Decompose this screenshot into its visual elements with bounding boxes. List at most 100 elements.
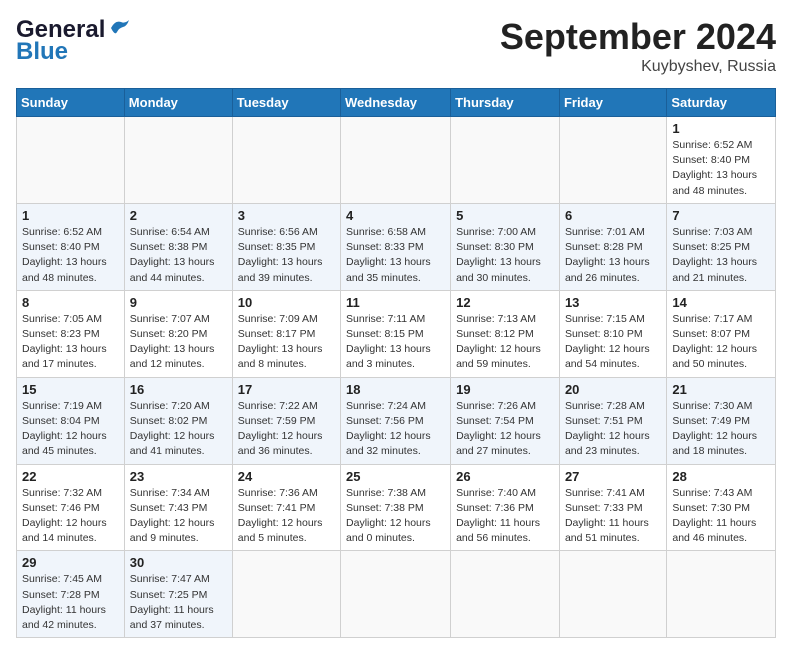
day-number: 19 bbox=[456, 382, 554, 397]
calendar-cell: 4 Sunrise: 6:58 AMSunset: 8:33 PMDayligh… bbox=[341, 203, 451, 290]
calendar-cell: 12 Sunrise: 7:13 AMSunset: 8:12 PMDaylig… bbox=[451, 290, 560, 377]
calendar-cell: 13 Sunrise: 7:15 AMSunset: 8:10 PMDaylig… bbox=[559, 290, 666, 377]
day-info: Sunrise: 7:13 AMSunset: 8:12 PMDaylight:… bbox=[456, 313, 541, 371]
calendar-cell: 29 Sunrise: 7:45 AMSunset: 7:28 PMDaylig… bbox=[17, 551, 125, 638]
day-info: Sunrise: 7:40 AMSunset: 7:36 PMDaylight:… bbox=[456, 487, 540, 545]
day-number: 13 bbox=[565, 295, 661, 310]
logo-bird-icon bbox=[109, 18, 131, 38]
day-info: Sunrise: 7:28 AMSunset: 7:51 PMDaylight:… bbox=[565, 400, 650, 458]
day-number: 17 bbox=[238, 382, 335, 397]
day-info: Sunrise: 7:17 AMSunset: 8:07 PMDaylight:… bbox=[672, 313, 757, 371]
calendar-cell: 28 Sunrise: 7:43 AMSunset: 7:30 PMDaylig… bbox=[667, 464, 776, 551]
day-number: 4 bbox=[346, 208, 445, 223]
day-number: 3 bbox=[238, 208, 335, 223]
calendar-week-5: 22 Sunrise: 7:32 AMSunset: 7:46 PMDaylig… bbox=[17, 464, 776, 551]
day-number: 15 bbox=[22, 382, 119, 397]
col-thursday: Thursday bbox=[451, 89, 560, 117]
calendar-cell: 16 Sunrise: 7:20 AMSunset: 8:02 PMDaylig… bbox=[124, 377, 232, 464]
calendar-week-6: 29 Sunrise: 7:45 AMSunset: 7:28 PMDaylig… bbox=[17, 551, 776, 638]
logo-blue: Blue bbox=[16, 38, 68, 66]
day-number: 20 bbox=[565, 382, 661, 397]
day-number: 28 bbox=[672, 469, 770, 484]
calendar-week-1: 1 Sunrise: 6:52 AMSunset: 8:40 PMDayligh… bbox=[17, 117, 776, 204]
calendar-week-2: 1 Sunrise: 6:52 AMSunset: 8:40 PMDayligh… bbox=[17, 203, 776, 290]
calendar-cell bbox=[451, 551, 560, 638]
day-info: Sunrise: 7:20 AMSunset: 8:02 PMDaylight:… bbox=[130, 400, 215, 458]
calendar-cell bbox=[667, 551, 776, 638]
calendar-cell bbox=[232, 551, 340, 638]
day-number: 9 bbox=[130, 295, 227, 310]
col-monday: Monday bbox=[124, 89, 232, 117]
calendar-cell: 25 Sunrise: 7:38 AMSunset: 7:38 PMDaylig… bbox=[341, 464, 451, 551]
day-info: Sunrise: 6:52 AMSunset: 8:40 PMDaylight:… bbox=[22, 226, 107, 284]
day-number: 23 bbox=[130, 469, 227, 484]
day-info: Sunrise: 7:36 AMSunset: 7:41 PMDaylight:… bbox=[238, 487, 323, 545]
calendar-cell: 3 Sunrise: 6:56 AMSunset: 8:35 PMDayligh… bbox=[232, 203, 340, 290]
col-wednesday: Wednesday bbox=[341, 89, 451, 117]
day-number: 16 bbox=[130, 382, 227, 397]
day-number: 29 bbox=[22, 555, 119, 570]
day-info: Sunrise: 6:54 AMSunset: 8:38 PMDaylight:… bbox=[130, 226, 215, 284]
col-sunday: Sunday bbox=[17, 89, 125, 117]
day-number: 24 bbox=[238, 469, 335, 484]
day-number: 12 bbox=[456, 295, 554, 310]
day-info: Sunrise: 7:09 AMSunset: 8:17 PMDaylight:… bbox=[238, 313, 323, 371]
calendar-cell bbox=[17, 117, 125, 204]
calendar-cell: 10 Sunrise: 7:09 AMSunset: 8:17 PMDaylig… bbox=[232, 290, 340, 377]
day-number: 5 bbox=[456, 208, 554, 223]
calendar-cell: 30 Sunrise: 7:47 AMSunset: 7:25 PMDaylig… bbox=[124, 551, 232, 638]
calendar-cell bbox=[124, 117, 232, 204]
calendar-cell bbox=[559, 551, 666, 638]
calendar-cell: 27 Sunrise: 7:41 AMSunset: 7:33 PMDaylig… bbox=[559, 464, 666, 551]
day-info: Sunrise: 7:41 AMSunset: 7:33 PMDaylight:… bbox=[565, 487, 649, 545]
day-info: Sunrise: 7:03 AMSunset: 8:25 PMDaylight:… bbox=[672, 226, 757, 284]
day-number: 8 bbox=[22, 295, 119, 310]
day-info: Sunrise: 7:19 AMSunset: 8:04 PMDaylight:… bbox=[22, 400, 107, 458]
day-number: 22 bbox=[22, 469, 119, 484]
day-number: 21 bbox=[672, 382, 770, 397]
calendar-cell: 22 Sunrise: 7:32 AMSunset: 7:46 PMDaylig… bbox=[17, 464, 125, 551]
day-info: Sunrise: 7:11 AMSunset: 8:15 PMDaylight:… bbox=[346, 313, 431, 371]
day-number: 27 bbox=[565, 469, 661, 484]
day-number: 18 bbox=[346, 382, 445, 397]
day-number: 1 bbox=[672, 121, 770, 136]
calendar-cell bbox=[341, 551, 451, 638]
calendar-table: Sunday Monday Tuesday Wednesday Thursday… bbox=[16, 88, 776, 638]
day-info: Sunrise: 6:52 AMSunset: 8:40 PMDaylight:… bbox=[672, 139, 757, 197]
calendar-cell: 2 Sunrise: 6:54 AMSunset: 8:38 PMDayligh… bbox=[124, 203, 232, 290]
header: General Blue September 2024 Kuybyshev, R… bbox=[16, 16, 776, 76]
calendar-cell: 17 Sunrise: 7:22 AMSunset: 7:59 PMDaylig… bbox=[232, 377, 340, 464]
day-info: Sunrise: 7:30 AMSunset: 7:49 PMDaylight:… bbox=[672, 400, 757, 458]
day-number: 26 bbox=[456, 469, 554, 484]
day-number: 14 bbox=[672, 295, 770, 310]
day-number: 25 bbox=[346, 469, 445, 484]
calendar-cell: 9 Sunrise: 7:07 AMSunset: 8:20 PMDayligh… bbox=[124, 290, 232, 377]
calendar-cell: 19 Sunrise: 7:26 AMSunset: 7:54 PMDaylig… bbox=[451, 377, 560, 464]
calendar-week-4: 15 Sunrise: 7:19 AMSunset: 8:04 PMDaylig… bbox=[17, 377, 776, 464]
day-info: Sunrise: 7:38 AMSunset: 7:38 PMDaylight:… bbox=[346, 487, 431, 545]
col-tuesday: Tuesday bbox=[232, 89, 340, 117]
calendar-cell bbox=[451, 117, 560, 204]
location-title: Kuybyshev, Russia bbox=[500, 58, 776, 76]
calendar-cell: 6 Sunrise: 7:01 AMSunset: 8:28 PMDayligh… bbox=[559, 203, 666, 290]
day-number: 10 bbox=[238, 295, 335, 310]
calendar-cell bbox=[559, 117, 666, 204]
day-info: Sunrise: 7:05 AMSunset: 8:23 PMDaylight:… bbox=[22, 313, 107, 371]
calendar-cell: 15 Sunrise: 7:19 AMSunset: 8:04 PMDaylig… bbox=[17, 377, 125, 464]
calendar-cell: 18 Sunrise: 7:24 AMSunset: 7:56 PMDaylig… bbox=[341, 377, 451, 464]
day-info: Sunrise: 7:26 AMSunset: 7:54 PMDaylight:… bbox=[456, 400, 541, 458]
day-info: Sunrise: 7:24 AMSunset: 7:56 PMDaylight:… bbox=[346, 400, 431, 458]
calendar-cell: 23 Sunrise: 7:34 AMSunset: 7:43 PMDaylig… bbox=[124, 464, 232, 551]
calendar-cell: 11 Sunrise: 7:11 AMSunset: 8:15 PMDaylig… bbox=[341, 290, 451, 377]
day-info: Sunrise: 7:22 AMSunset: 7:59 PMDaylight:… bbox=[238, 400, 323, 458]
day-info: Sunrise: 7:01 AMSunset: 8:28 PMDaylight:… bbox=[565, 226, 650, 284]
day-info: Sunrise: 7:15 AMSunset: 8:10 PMDaylight:… bbox=[565, 313, 650, 371]
month-title: September 2024 bbox=[500, 16, 776, 58]
day-number: 11 bbox=[346, 295, 445, 310]
day-info: Sunrise: 7:00 AMSunset: 8:30 PMDaylight:… bbox=[456, 226, 541, 284]
calendar-cell: 8 Sunrise: 7:05 AMSunset: 8:23 PMDayligh… bbox=[17, 290, 125, 377]
calendar-cell: 14 Sunrise: 7:17 AMSunset: 8:07 PMDaylig… bbox=[667, 290, 776, 377]
day-info: Sunrise: 7:43 AMSunset: 7:30 PMDaylight:… bbox=[672, 487, 756, 545]
calendar-cell: 21 Sunrise: 7:30 AMSunset: 7:49 PMDaylig… bbox=[667, 377, 776, 464]
col-saturday: Saturday bbox=[667, 89, 776, 117]
